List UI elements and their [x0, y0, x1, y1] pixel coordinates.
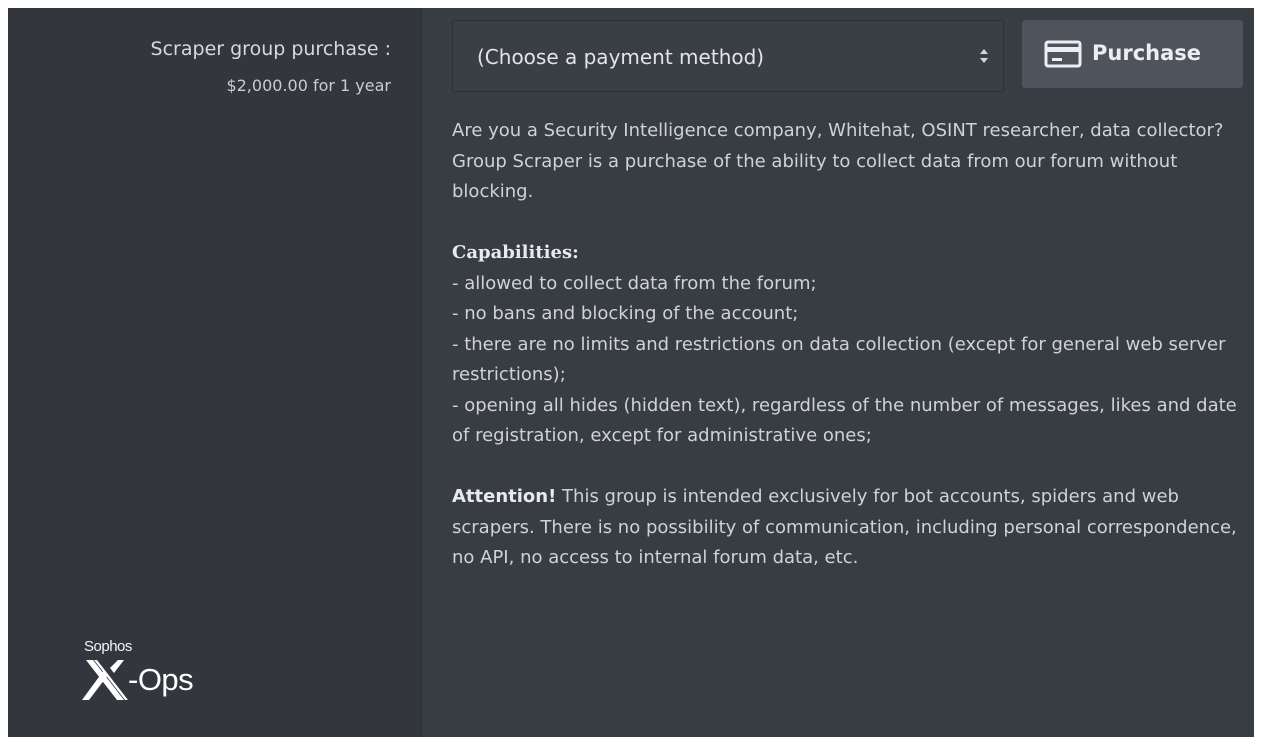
- sophos-xops-logo: Sophos -Ops: [82, 638, 222, 710]
- content-column: (Choose a payment method) Purchase Are y…: [422, 8, 1254, 737]
- description-intro: Are you a Security Intelligence company,…: [452, 120, 1224, 202]
- label-column: Scraper group purchase : $2,000.00 for 1…: [8, 8, 422, 737]
- payment-method-select[interactable]: (Choose a payment method): [452, 20, 1004, 92]
- x-mark-icon: [82, 660, 128, 700]
- group-description: Are you a Security Intelligence company,…: [452, 116, 1252, 574]
- purchase-button[interactable]: Purchase: [1022, 20, 1243, 88]
- attention-note: Attention! This group is intended exclus…: [452, 482, 1252, 574]
- logo-brand-text: Sophos: [84, 638, 132, 655]
- attention-text: This group is intended exclusively for b…: [452, 486, 1237, 568]
- capability-item: - allowed to collect data from the forum…: [452, 272, 817, 294]
- capabilities-heading: Capabilities:: [452, 242, 579, 263]
- logo-product-text: -Ops: [128, 662, 194, 697]
- purchase-title: Scraper group purchase :: [150, 38, 391, 60]
- credit-card-icon: [1044, 40, 1082, 68]
- capability-item: - there are no limits and restrictions o…: [452, 333, 1226, 386]
- purchase-button-label: Purchase: [1092, 41, 1202, 65]
- attention-label: Attention!: [452, 486, 557, 507]
- capability-item: - opening all hides (hidden text), regar…: [452, 394, 1237, 447]
- payment-method-value: (Choose a payment method): [477, 45, 765, 69]
- capability-item: - no bans and blocking of the account;: [452, 303, 799, 324]
- purchase-panel: Scraper group purchase : $2,000.00 for 1…: [8, 8, 1254, 737]
- price-text: $2,000.00 for 1 year: [226, 76, 391, 95]
- updown-arrows-icon: [980, 49, 988, 63]
